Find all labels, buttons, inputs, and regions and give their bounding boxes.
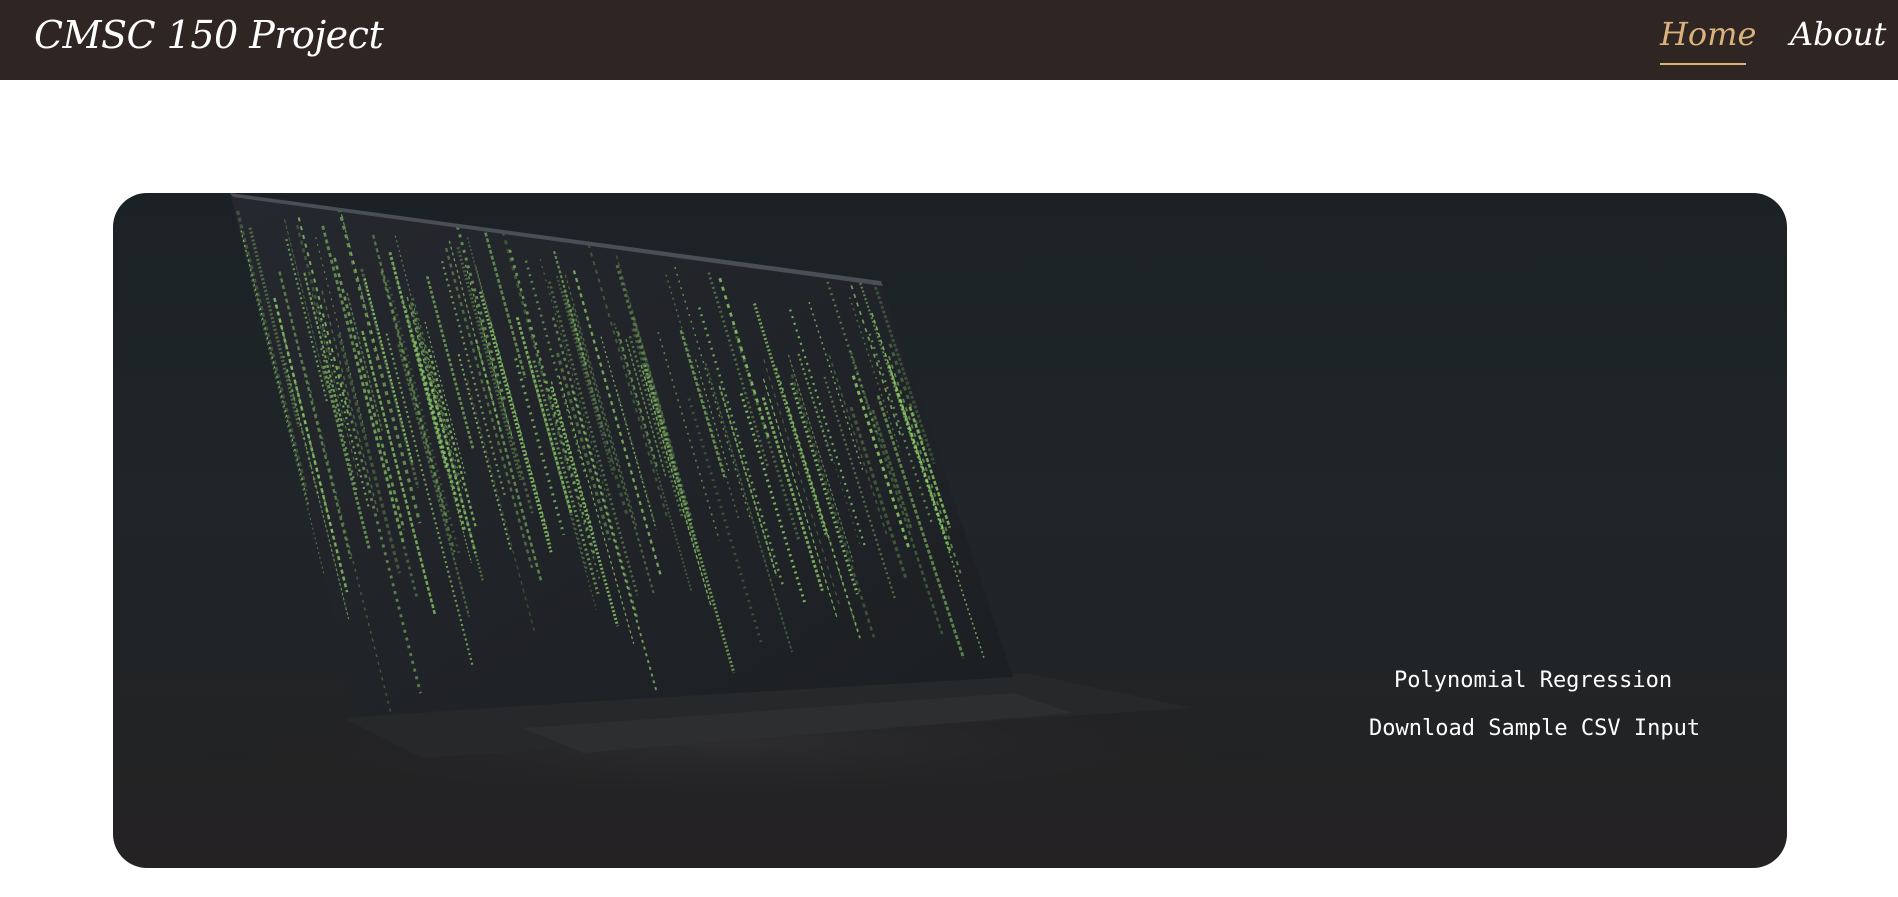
download-sample-csv-link[interactable]: Download Sample CSV Input <box>1369 716 1700 741</box>
hero-banner: Polynomial Regression Download Sample CS… <box>113 193 1787 868</box>
polynomial-regression-link[interactable]: Polynomial Regression <box>1394 668 1672 693</box>
site-brand[interactable]: CMSC 150 Project <box>34 10 384 60</box>
nav-home-link[interactable]: Home <box>1660 12 1756 56</box>
top-navbar: CMSC 150 Project Home About <box>0 0 1898 80</box>
active-nav-underline <box>1660 63 1746 65</box>
laptop-image <box>173 193 1293 813</box>
nav-about-link[interactable]: About <box>1790 12 1886 56</box>
